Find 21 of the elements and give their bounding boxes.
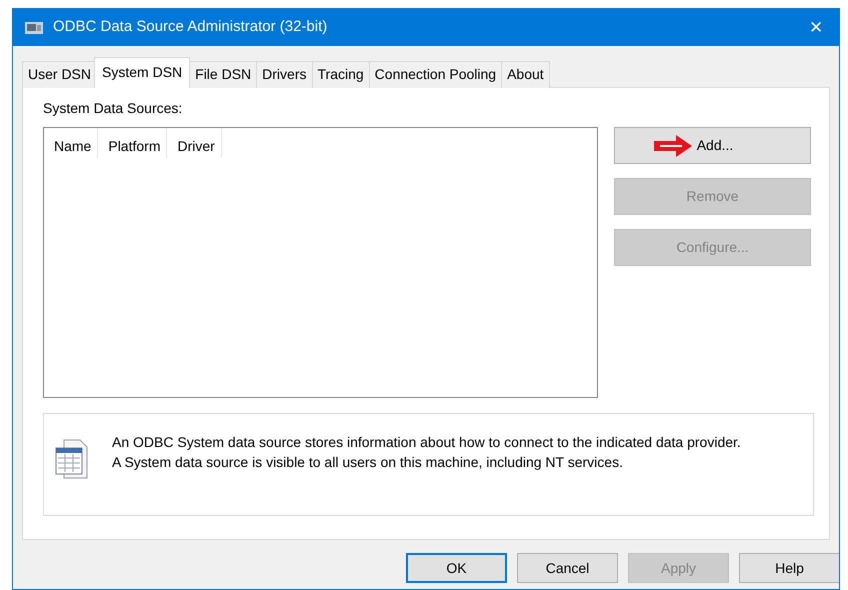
dialog-button[interactable]: Help — [739, 553, 839, 583]
close-button[interactable]: ✕ — [793, 9, 839, 46]
dialog-button[interactable]: Cancel — [517, 553, 618, 583]
tab[interactable]: About — [501, 61, 550, 88]
column-header[interactable]: Driver — [167, 128, 222, 158]
tab[interactable]: Drivers — [256, 61, 312, 88]
dialog-button[interactable]: Add... — [614, 127, 811, 164]
tab[interactable]: System DSN — [94, 57, 190, 88]
tab[interactable]: Connection Pooling — [368, 61, 502, 88]
arrow-icon — [652, 134, 694, 158]
tab[interactable]: Tracing — [312, 61, 370, 88]
info-text: An ODBC System data source stores information about how to connect to the indicated data provider. A System data source is visible to all users on this machine, including NT services. — [112, 433, 741, 472]
column-header[interactable]: Name — [44, 128, 98, 158]
tab[interactable]: File DSN — [189, 61, 258, 88]
list-label: System Data Sources: — [43, 99, 182, 118]
app-icon — [25, 20, 43, 34]
dialog-button[interactable]: OK — [406, 553, 507, 583]
data-source-list[interactable]: Name Platform Driver — [43, 127, 598, 398]
column-header[interactable]: Platform — [98, 128, 168, 158]
window-title: ODBC Data Source Administrator (32-bit) — [53, 17, 328, 38]
table-document-icon — [54, 438, 90, 480]
